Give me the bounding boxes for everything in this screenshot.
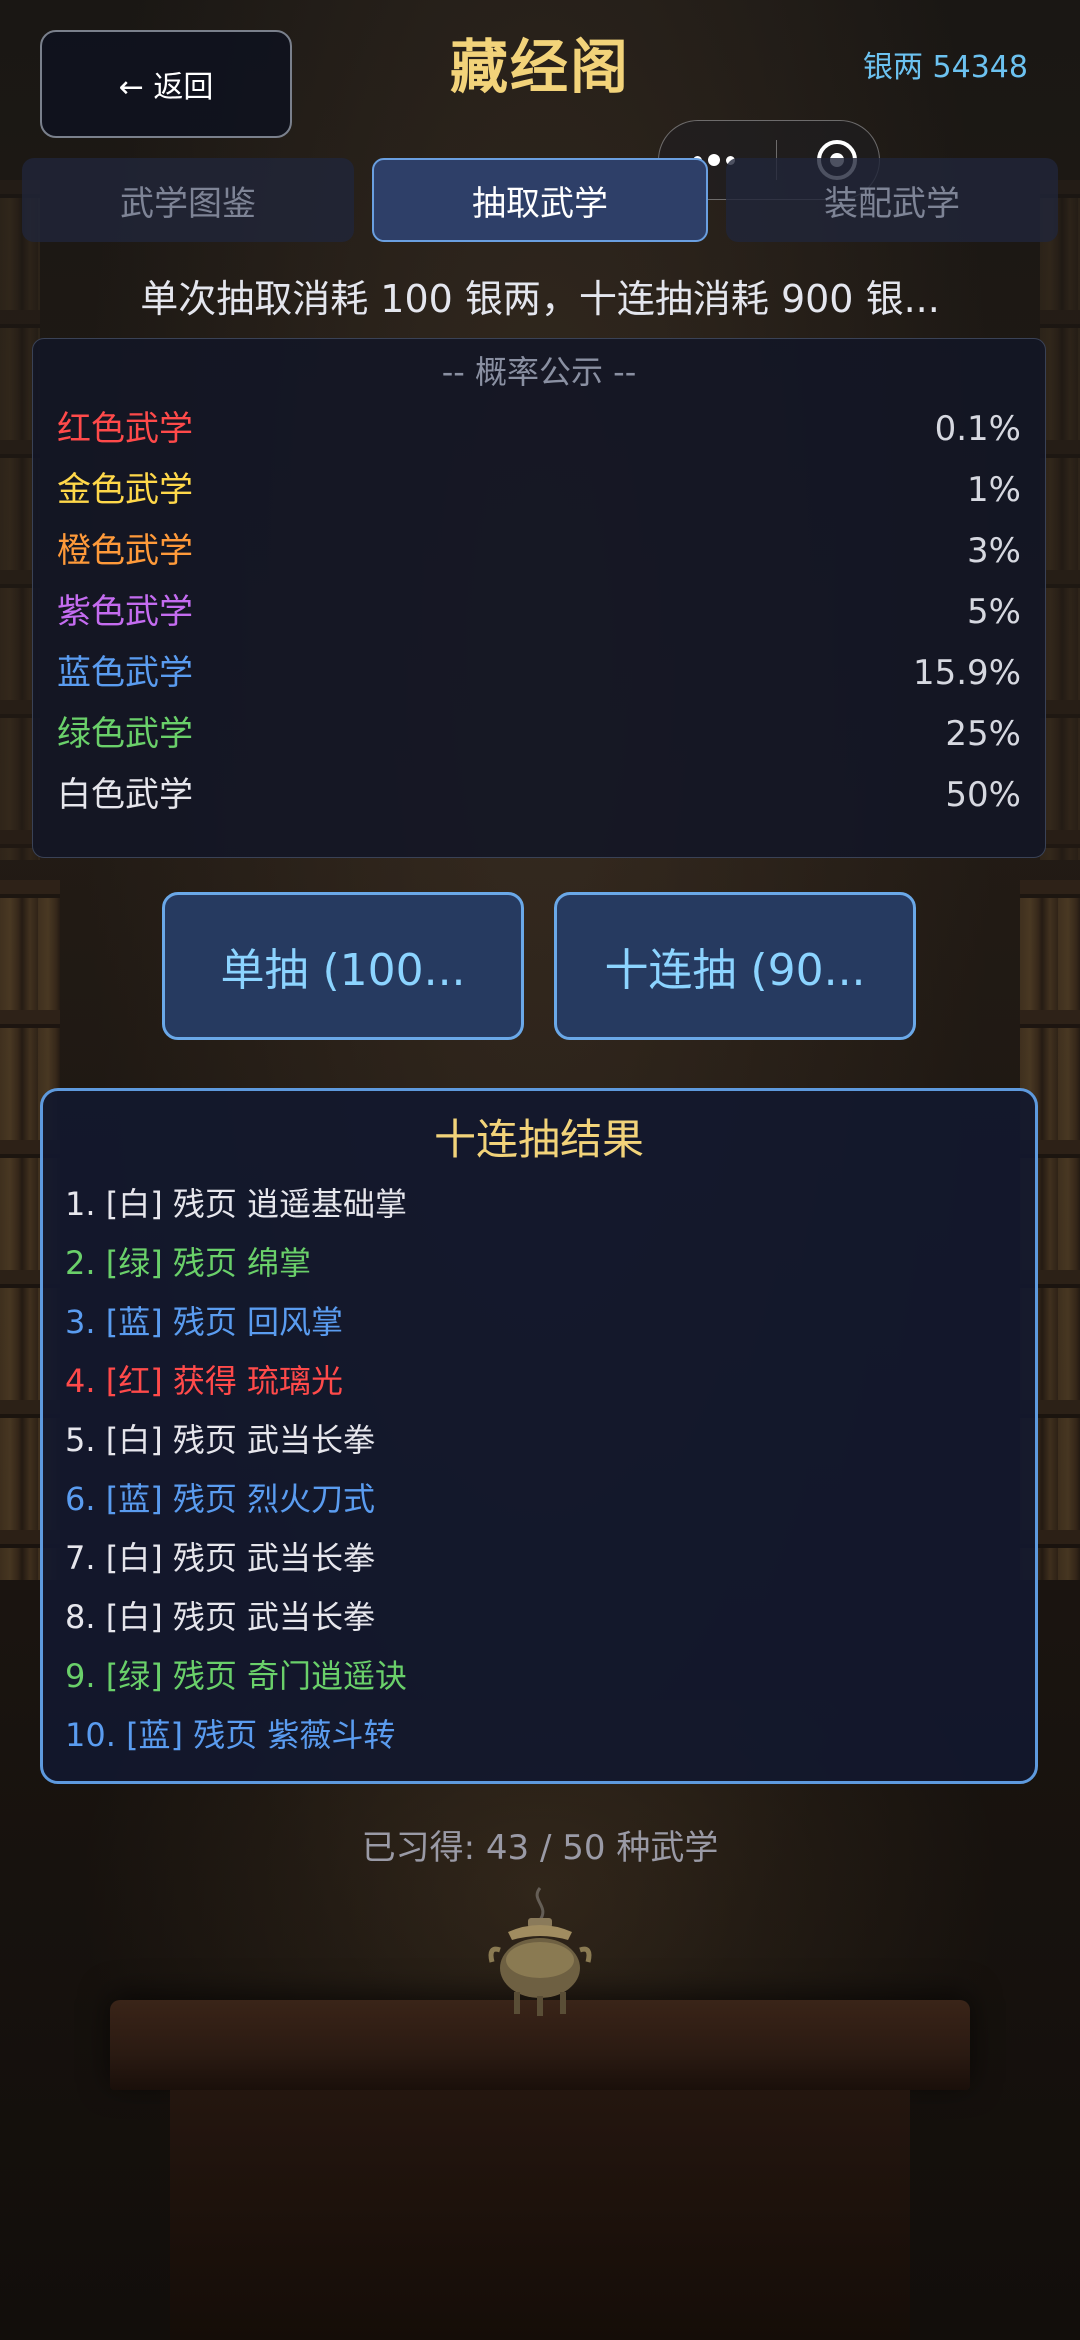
draw-cost-notice: 单次抽取消耗 100 银两，十连抽消耗 900 银... [140, 277, 940, 321]
tab-martial-catalog[interactable]: 武学图鉴 [22, 158, 354, 242]
result-item: 4. [红] 获得 琉璃光 [65, 1362, 344, 1400]
rarity-rate: 5% [967, 592, 1021, 632]
probability-row-purple: 紫色武学 5% [57, 582, 1021, 643]
rarity-rate: 15.9% [912, 653, 1021, 693]
result-item: 10. [蓝] 残页 紫薇斗转 [65, 1716, 396, 1754]
probability-row-green: 绿色武学 25% [57, 704, 1021, 765]
result-item: 9. [绿] 残页 奇门逍遥诀 [65, 1657, 408, 1695]
rarity-rate: 1% [967, 470, 1021, 510]
result-item: 7. [白] 残页 武当长拳 [65, 1539, 376, 1577]
rarity-label: 红色武学 [57, 409, 193, 449]
silver-balance: 银两 54348 [863, 50, 1028, 85]
rarity-rate: 3% [967, 531, 1021, 571]
probability-panel: -- 概率公示 -- 红色武学 0.1% 金色武学 1% 橙色武学 3% 紫色武… [32, 338, 1046, 858]
result-item: 3. [蓝] 残页 回风掌 [65, 1303, 344, 1341]
probability-row-blue: 蓝色武学 15.9% [57, 643, 1021, 704]
rarity-label: 蓝色武学 [57, 653, 193, 693]
result-item: 8. [白] 残页 武当长拳 [65, 1598, 376, 1636]
probability-row-red: 红色武学 0.1% [57, 399, 1021, 460]
probability-row-orange: 橙色武学 3% [57, 521, 1021, 582]
rarity-label: 金色武学 [57, 470, 193, 510]
results-title: 十连抽结果 [433, 1115, 644, 1164]
rarity-label: 白色武学 [57, 775, 193, 815]
result-item: 5. [白] 残页 武当长拳 [65, 1421, 376, 1459]
tab-equip-martial[interactable]: 装配武学 [726, 158, 1058, 242]
result-item: 2. [绿] 残页 绵掌 [65, 1244, 312, 1282]
probability-row-gold: 金色武学 1% [57, 460, 1021, 521]
single-draw-button[interactable]: 单抽 (100... [162, 892, 524, 1040]
result-item: 1. [白] 残页 逍遥基础掌 [65, 1185, 408, 1223]
rarity-label: 紫色武学 [57, 592, 193, 632]
tab-draw-martial[interactable]: 抽取武学 [372, 158, 708, 242]
result-item: 6. [蓝] 残页 烈火刀式 [65, 1480, 376, 1518]
ten-draw-button[interactable]: 十连抽 (90... [554, 892, 916, 1040]
rarity-label: 橙色武学 [57, 531, 193, 571]
probability-row-white: 白色武学 50% [57, 765, 1021, 826]
rarity-label: 绿色武学 [57, 714, 193, 754]
rarity-rate: 25% [945, 714, 1021, 754]
incense-censer-icon [488, 1887, 592, 2016]
bookshelf-right-upper [1040, 180, 1080, 860]
learned-count: 已习得: 43 / 50 种武学 [361, 1828, 719, 1868]
probability-title: -- 概率公示 -- [441, 353, 637, 391]
rarity-rate: 50% [945, 775, 1021, 815]
altar-table-body [170, 2090, 910, 2340]
ten-draw-results-panel: 十连抽结果 1. [白] 残页 逍遥基础掌 2. [绿] 残页 绵掌 3. [蓝… [40, 1088, 1038, 1784]
rarity-rate: 0.1% [934, 409, 1021, 449]
tab-bar: 武学图鉴 抽取武学 装配武学 [22, 158, 1058, 242]
